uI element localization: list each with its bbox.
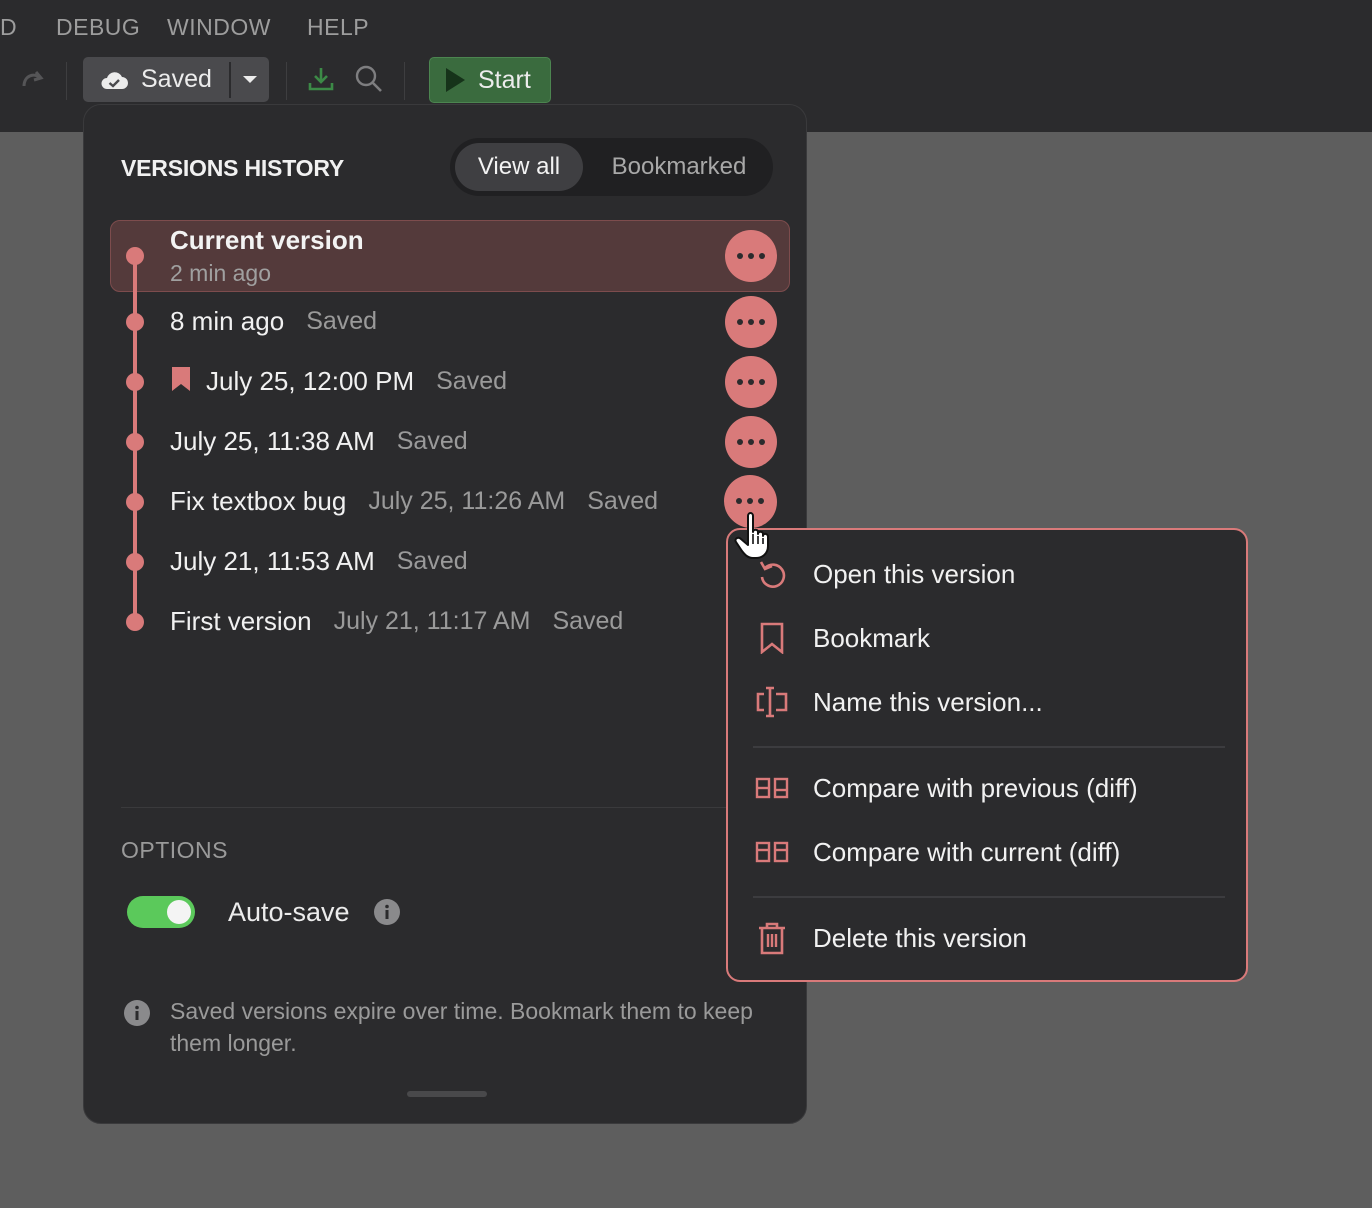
menu-item-label: Compare with current (diff) [813, 836, 1121, 867]
version-row[interactable]: First version July 21, 11:17 AM Saved [170, 601, 623, 641]
menu-item-window[interactable]: WINDOW [167, 14, 271, 41]
trash-icon [754, 920, 790, 956]
version-status: Saved [587, 486, 659, 515]
download-icon[interactable] [304, 62, 338, 96]
version-name: 8 min ago [170, 305, 285, 336]
menu-item-label: Open this version [813, 558, 1016, 589]
menu-item-delete-version[interactable]: Delete this version [728, 910, 1246, 966]
timeline-dot [126, 247, 144, 265]
search-icon[interactable] [352, 62, 386, 96]
toolbar-divider [66, 62, 67, 100]
version-context-menu: Open this version Bookmark Name this ver… [726, 528, 1248, 982]
resize-handle[interactable] [407, 1091, 487, 1097]
autosave-toggle[interactable] [127, 896, 195, 928]
cloud-check-icon [99, 68, 129, 92]
menu-item-debug[interactable]: DEBUG [56, 14, 140, 41]
version-name: July 25, 11:38 AM [170, 425, 375, 456]
version-name: July 21, 11:53 AM [170, 545, 375, 576]
menu-item-label: Compare with previous (diff) [813, 772, 1138, 803]
toggle-knob [167, 900, 191, 924]
version-name: First version [170, 605, 312, 636]
redo-icon[interactable] [14, 62, 50, 98]
version-row[interactable]: Fix textbox bug July 25, 11:26 AM Saved [170, 481, 658, 521]
expiry-footnote: Saved versions expire over time. Bookmar… [170, 998, 753, 1056]
toolbar-divider [286, 62, 287, 100]
version-status: Saved [552, 606, 624, 635]
version-row[interactable]: July 21, 11:53 AM Saved [170, 541, 468, 581]
timeline-dot [126, 493, 144, 511]
version-row[interactable]: 8 min ago Saved [170, 301, 377, 341]
more-options-button[interactable] [725, 416, 777, 468]
more-options-button[interactable] [725, 356, 777, 408]
more-icon [736, 498, 764, 504]
menu-item-rename[interactable]: Name this version... [728, 674, 1246, 730]
saved-label: Saved [141, 65, 212, 93]
timeline-dot [126, 373, 144, 391]
version-name: July 25, 12:00 PM [206, 365, 415, 396]
more-options-button[interactable] [725, 296, 777, 348]
rename-icon [754, 684, 790, 720]
bookmark-filled-icon [170, 366, 192, 397]
bookmark-icon [754, 620, 790, 656]
menu-item-build[interactable]: D [0, 14, 17, 41]
version-row[interactable]: July 25, 11:38 AM Saved [170, 421, 468, 461]
menu-item-compare-current[interactable]: Compare with current (diff) [728, 824, 1246, 880]
start-button[interactable]: Start [429, 57, 551, 103]
menu-item-label: Bookmark [813, 622, 931, 653]
version-status: Saved [436, 366, 508, 395]
compare-icon [754, 770, 790, 806]
tab-bookmarked[interactable]: Bookmarked [590, 143, 768, 191]
saved-button[interactable]: Saved [83, 57, 229, 102]
options-title: OPTIONS [121, 837, 229, 863]
version-date: July 21, 11:17 AM [333, 606, 531, 635]
play-icon [444, 67, 466, 93]
panel-title: VERSIONS HISTORY [121, 155, 345, 181]
menu-item-open-version[interactable]: Open this version [728, 546, 1246, 602]
filter-segmented-control: View all Bookmarked [450, 138, 773, 196]
hand-cursor-icon [734, 510, 774, 565]
timeline-dot [126, 313, 144, 331]
more-icon [737, 253, 765, 259]
menu-item-help[interactable]: HELP [307, 14, 369, 41]
more-icon [737, 379, 765, 385]
chevron-down-icon[interactable] [231, 57, 269, 102]
more-icon [737, 439, 765, 445]
timeline-dot [126, 433, 144, 451]
info-icon [123, 999, 151, 1027]
autosave-label: Auto-save [228, 897, 350, 927]
section-divider [121, 807, 771, 808]
current-version-title: Current version [170, 225, 364, 255]
menu-item-label: Name this version... [813, 686, 1043, 717]
saved-dropdown-button[interactable]: Saved [83, 57, 269, 102]
version-date: July 25, 11:26 AM [368, 486, 566, 515]
version-status: Saved [306, 306, 378, 335]
start-label: Start [478, 65, 531, 94]
current-version-time: 2 min ago [170, 260, 272, 286]
versions-history-panel: VERSIONS HISTORY View all Bookmarked Cur… [83, 104, 807, 1124]
menu-item-label: Delete this version [813, 922, 1027, 953]
tab-view-all[interactable]: View all [455, 143, 583, 191]
version-name: Fix textbox bug [170, 485, 347, 516]
info-icon[interactable] [373, 898, 401, 926]
menu-divider [753, 896, 1225, 898]
more-icon [737, 319, 765, 325]
version-row[interactable]: July 25, 12:00 PM Saved [170, 361, 507, 401]
timeline-dot [126, 613, 144, 631]
menu-divider [753, 746, 1225, 748]
version-status: Saved [396, 426, 468, 455]
menu-item-compare-previous[interactable]: Compare with previous (diff) [728, 760, 1246, 816]
toolbar-divider [404, 62, 405, 100]
more-options-button[interactable] [725, 230, 777, 282]
compare-icon [754, 834, 790, 870]
timeline-dot [126, 553, 144, 571]
version-status: Saved [396, 546, 468, 575]
menu-item-bookmark[interactable]: Bookmark [728, 610, 1246, 666]
